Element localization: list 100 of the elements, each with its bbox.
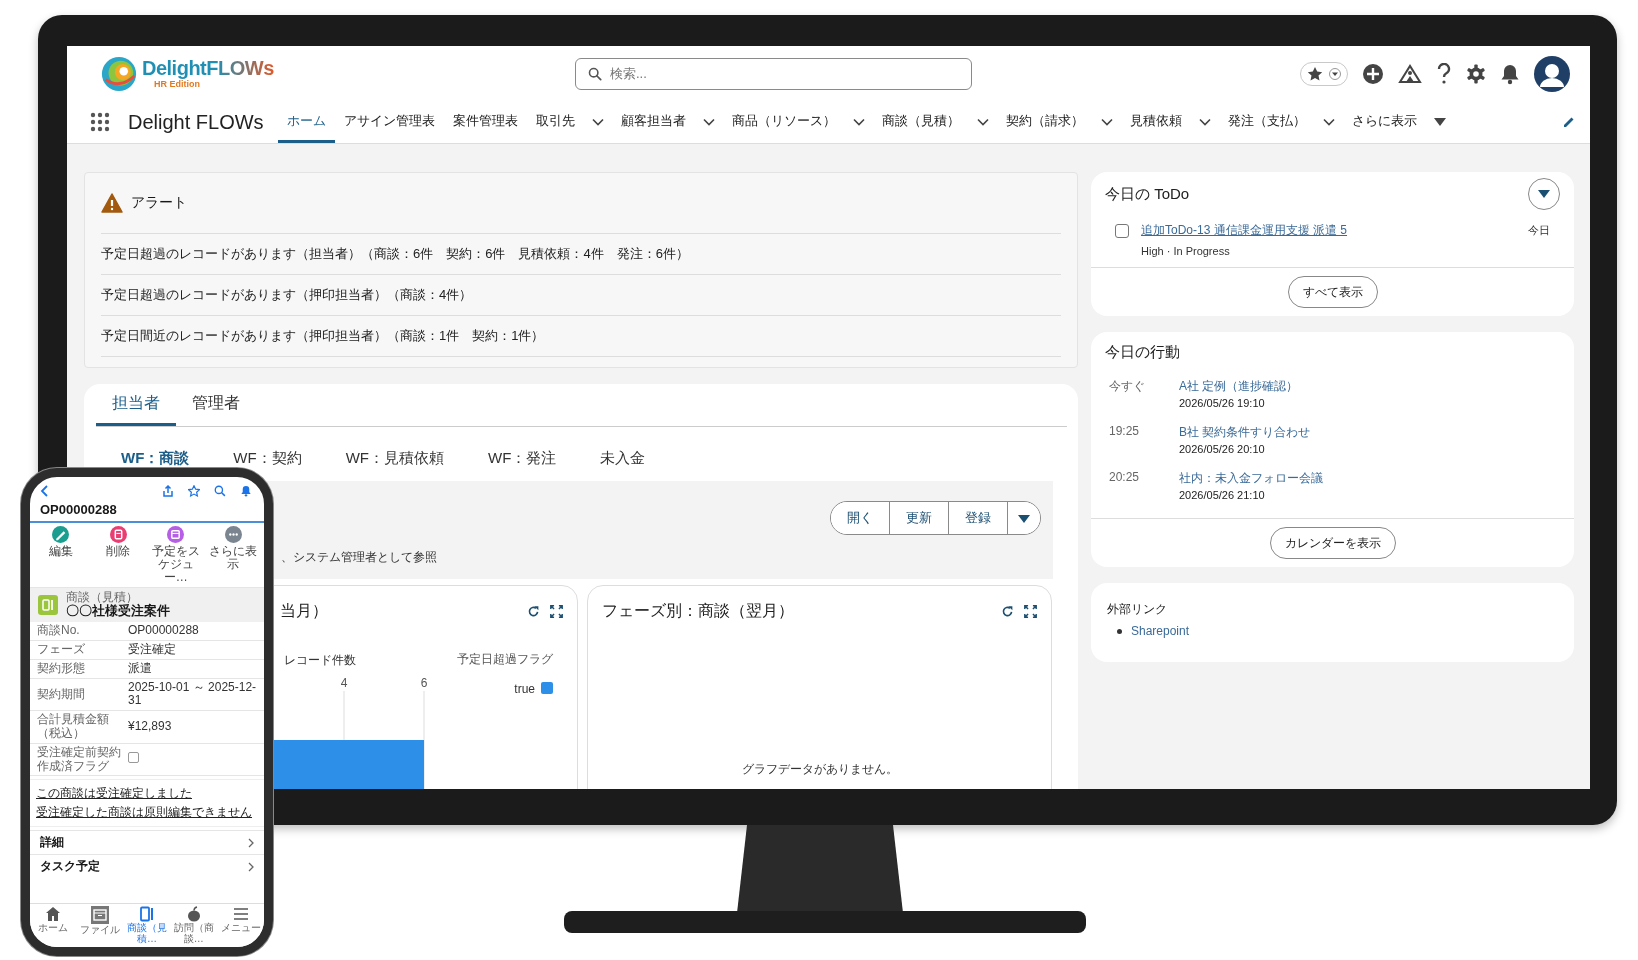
legend-title: 予定日超過フラグ xyxy=(457,652,553,666)
nav-tab[interactable]: 契約（請求） xyxy=(997,101,1093,143)
empty-message: グラフデータがありません。 xyxy=(740,761,899,778)
sub-tab[interactable]: WF：契約 xyxy=(233,450,302,465)
calendar-icon[interactable] xyxy=(167,526,185,543)
event-datetime: 2026/05/26 20:10 xyxy=(1179,443,1266,455)
nav-tab[interactable]: 案件管理表 xyxy=(444,101,527,143)
caret-down-icon[interactable] xyxy=(1018,514,1030,523)
nav-tab[interactable]: 取引先 xyxy=(527,101,584,143)
chevron-down-icon[interactable] xyxy=(592,118,604,126)
card-title: 今日の行動 xyxy=(1105,342,1180,362)
nav-tab[interactable]: 顧客担当者 xyxy=(612,101,695,143)
caret-down-icon[interactable] xyxy=(1538,190,1550,198)
role-tab[interactable]: 担当者 xyxy=(96,384,176,426)
nav-tab[interactable]: ホーム xyxy=(278,101,335,143)
home-icon[interactable] xyxy=(45,906,62,922)
field-label: 受注確定前契約作成済フラグ xyxy=(37,745,122,774)
notification-icon[interactable] xyxy=(240,485,252,497)
chevron-down-icon[interactable] xyxy=(1199,118,1211,126)
search-icon xyxy=(588,66,602,81)
card-title: 今日の ToDo xyxy=(1105,184,1190,204)
more-tab[interactable]: さらに表示 xyxy=(1343,101,1426,143)
more-icon[interactable] xyxy=(224,526,242,543)
event-link[interactable]: A社 定例（進捗確認） xyxy=(1179,378,1556,395)
checkbox[interactable] xyxy=(128,752,139,764)
star-icon[interactable] xyxy=(1307,65,1323,82)
axis-tick-label: 6 xyxy=(420,676,428,690)
caret-down-icon[interactable] xyxy=(1329,66,1341,81)
nav-tab[interactable]: アサイン管理表 xyxy=(335,101,444,143)
object-type: 商談（見積） xyxy=(66,590,139,604)
back-icon[interactable] xyxy=(40,485,48,497)
chevron-down-icon[interactable] xyxy=(853,118,865,126)
event-link[interactable]: 社内：未入金フォロー会議 xyxy=(1179,470,1556,487)
apple-icon[interactable] xyxy=(185,906,202,922)
refresh-icon[interactable] xyxy=(1001,604,1014,618)
action-label: 削除 xyxy=(106,545,131,559)
nav-tab[interactable]: 商品（リソース） xyxy=(723,101,845,143)
sub-tab[interactable]: WF：見積依頼 xyxy=(345,450,444,465)
logo-text: DelightFLOWs xyxy=(142,58,274,80)
record-id: OP00000288 xyxy=(30,501,264,523)
add-icon[interactable] xyxy=(1362,62,1384,85)
action-label: 編集 xyxy=(48,545,73,559)
pencil-icon[interactable] xyxy=(52,526,70,543)
chevron-down-icon[interactable] xyxy=(1101,118,1113,126)
chart-title: フェーズ別：商談（翌月） xyxy=(602,600,795,621)
search-icon[interactable] xyxy=(214,485,226,497)
chevron-down-icon[interactable] xyxy=(977,118,989,126)
notice-link[interactable]: この商談は受注確定しました xyxy=(36,785,258,803)
avatar-icon[interactable] xyxy=(1534,55,1570,92)
calendar-button[interactable]: カレンダーを表示 xyxy=(1269,527,1396,559)
nav-tab[interactable]: 商談（見積… xyxy=(123,906,171,944)
nav-tab[interactable]: メニュー xyxy=(217,906,264,944)
sub-tab[interactable]: WF：発注 xyxy=(488,450,557,465)
sub-tab[interactable]: 未入金 xyxy=(600,450,646,465)
document-icon[interactable] xyxy=(139,906,155,922)
file-box-icon[interactable] xyxy=(91,906,110,924)
nav-tab[interactable]: 訪問（商談… xyxy=(170,906,218,944)
app-name: Delight FLOWs xyxy=(128,110,265,134)
share-icon[interactable] xyxy=(162,485,174,497)
nav-tab[interactable]: ホーム xyxy=(30,906,77,944)
refresh-icon[interactable] xyxy=(527,604,540,618)
settings-icon[interactable] xyxy=(1466,63,1486,84)
sub-tab[interactable]: WF：商談 xyxy=(121,450,190,465)
view-all-button[interactable]: すべて表示 xyxy=(1287,276,1378,308)
edit-icon[interactable] xyxy=(1562,115,1576,129)
field-value: 受注確定 xyxy=(128,643,177,657)
expand-icon[interactable] xyxy=(1024,604,1037,618)
list-action-button[interactable]: 開く xyxy=(831,502,890,534)
search-field[interactable]: 検索... xyxy=(575,57,972,90)
mountain-icon[interactable] xyxy=(1398,62,1422,85)
chevron-down-icon[interactable] xyxy=(1323,118,1335,126)
checkbox[interactable] xyxy=(1115,223,1129,238)
star-icon[interactable] xyxy=(188,485,200,497)
nav-tab[interactable]: ファイル xyxy=(76,906,124,944)
chevron-down-icon[interactable] xyxy=(703,118,715,126)
todo-link[interactable]: 追加ToDo-13 通信課金運用支援 派遣 5 xyxy=(1141,222,1524,239)
nav-tab[interactable]: 発注（支払） xyxy=(1219,101,1315,143)
section-row[interactable]: 詳細 xyxy=(30,830,264,855)
field-label: 契約期間 xyxy=(37,687,86,702)
section-row[interactable]: タスク予定 xyxy=(30,854,264,879)
app-launcher-icon[interactable] xyxy=(90,112,110,132)
nav-tab[interactable]: 商談（見積） xyxy=(873,101,969,143)
help-icon[interactable] xyxy=(1436,62,1452,85)
menu-icon[interactable] xyxy=(232,906,249,922)
trash-icon[interactable] xyxy=(109,526,127,543)
chevron-right-icon xyxy=(248,837,254,848)
notification-icon[interactable] xyxy=(1500,62,1520,85)
external-link[interactable]: Sharepoint xyxy=(1131,624,1190,638)
dropdown-button[interactable] xyxy=(1528,178,1560,210)
caret-down-icon[interactable] xyxy=(1434,118,1446,126)
action-label: さらに表示 xyxy=(208,545,259,572)
field-value: ¥12,893 xyxy=(128,720,173,734)
field-label: フェーズ xyxy=(37,643,86,657)
event-link[interactable]: B社 契約条件すり合わせ xyxy=(1179,424,1556,441)
notice-link[interactable]: 受注確定した商談は原則編集できません xyxy=(36,804,258,822)
todo-meta: High · In Progress xyxy=(1141,245,1231,257)
nav-tab[interactable]: 見積依頼 xyxy=(1121,101,1191,143)
expand-icon[interactable] xyxy=(550,604,563,618)
role-tab[interactable]: 管理者 xyxy=(176,384,256,426)
favorites-button[interactable] xyxy=(1300,61,1348,86)
